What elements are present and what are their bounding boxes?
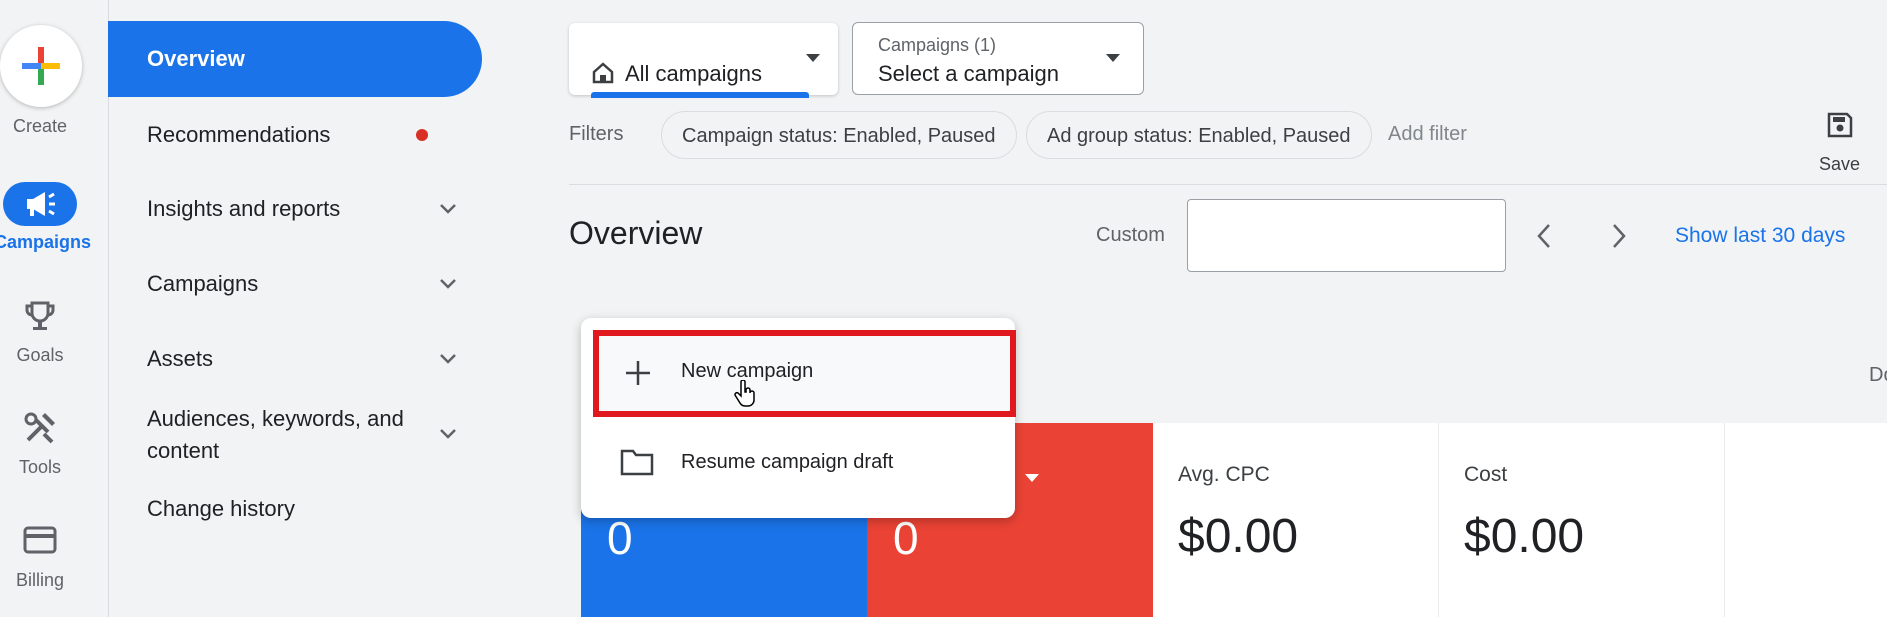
selected-underline bbox=[591, 92, 809, 98]
metric-value: $0.00 bbox=[1464, 510, 1585, 563]
campaigns-count-label: Campaigns (1) bbox=[878, 35, 997, 55]
resume-draft-label: Resume campaign draft bbox=[681, 451, 894, 473]
campaign-selector[interactable]: Campaigns (1) Select a campaign bbox=[852, 22, 1144, 95]
filter-chip-ad-group-status[interactable]: Ad group status: Enabled, Paused bbox=[1026, 111, 1372, 159]
billing-label: Billing bbox=[15, 570, 65, 590]
metric-label: Avg. CPC bbox=[1178, 463, 1270, 486]
save-icon[interactable] bbox=[1825, 110, 1855, 140]
chevron-down-icon bbox=[440, 279, 456, 289]
sidebar-item-label: Campaigns bbox=[147, 271, 259, 296]
resume-draft-menu-item[interactable]: Resume campaign draft bbox=[593, 432, 1016, 492]
sidebar-item-label: Assets bbox=[147, 346, 214, 371]
dropdown-arrow-icon bbox=[1106, 54, 1120, 62]
create-button[interactable] bbox=[0, 25, 82, 107]
metric-value: $0.00 bbox=[1178, 510, 1299, 563]
sidebar-item-label: Recommendations bbox=[147, 122, 331, 147]
chevron-left-icon[interactable] bbox=[1535, 222, 1553, 250]
sidebar-item-recommendations[interactable]: Recommendations bbox=[108, 122, 482, 172]
sidebar-item-label: Change history bbox=[147, 496, 295, 521]
chevron-right-icon[interactable] bbox=[1610, 222, 1628, 250]
new-campaign-menu-item[interactable]: New campaign bbox=[593, 330, 1016, 417]
show-last-30-days-link[interactable]: Show last 30 days bbox=[1675, 224, 1845, 248]
tools-icon[interactable] bbox=[22, 410, 58, 446]
filters-label: Filters bbox=[569, 123, 624, 145]
page-title: Overview bbox=[569, 215, 703, 251]
goals-label: Goals bbox=[16, 345, 64, 365]
select-campaign-label: Select a campaign bbox=[878, 61, 1059, 86]
sidebar-item-campaigns[interactable]: Campaigns bbox=[108, 271, 482, 321]
chevron-down-icon bbox=[440, 429, 456, 439]
sidebar-item-label: Overview bbox=[147, 46, 245, 71]
folder-icon bbox=[620, 449, 654, 476]
partial-text: Do bbox=[1869, 364, 1887, 386]
sidebar: Overview Recommendations Insights and re… bbox=[108, 0, 498, 617]
sidebar-item-label: Audiences, keywords, and content bbox=[147, 406, 404, 463]
sidebar-item-overview[interactable]: Overview bbox=[108, 21, 482, 97]
tools-label: Tools bbox=[18, 457, 62, 477]
billing-card-icon[interactable] bbox=[22, 525, 58, 555]
campaigns-nav-button[interactable] bbox=[3, 182, 77, 226]
divider bbox=[569, 184, 1887, 185]
dropdown-arrow-icon bbox=[806, 54, 820, 62]
hand-cursor-icon bbox=[734, 380, 755, 407]
metric-value: 0 bbox=[607, 512, 633, 564]
create-label: Create bbox=[12, 116, 68, 136]
sidebar-item-audiences[interactable]: Audiences, keywords, and content bbox=[108, 403, 482, 469]
home-icon bbox=[592, 62, 614, 84]
chevron-down-icon bbox=[440, 204, 456, 214]
plus-icon bbox=[626, 361, 650, 385]
date-range-input[interactable] bbox=[1187, 199, 1506, 272]
sidebar-item-label: Insights and reports bbox=[147, 196, 341, 221]
sidebar-item-change-history[interactable]: Change history bbox=[108, 496, 482, 536]
megaphone-icon bbox=[27, 192, 55, 216]
sidebar-item-assets[interactable]: Assets bbox=[108, 346, 482, 396]
campaigns-nav-label: Campaigns bbox=[0, 232, 92, 252]
metric-value: 0 bbox=[893, 512, 919, 564]
all-campaigns-selector[interactable]: All campaigns bbox=[569, 23, 838, 98]
metric-card-empty bbox=[1725, 423, 1887, 617]
trophy-icon[interactable] bbox=[22, 298, 58, 334]
sidebar-item-insights-and-reports[interactable]: Insights and reports bbox=[108, 196, 482, 246]
dropdown-arrow-icon[interactable] bbox=[1024, 473, 1040, 483]
add-filter-button[interactable]: Add filter bbox=[1388, 123, 1467, 146]
filter-chip-campaign-status[interactable]: Campaign status: Enabled, Paused bbox=[661, 111, 1017, 159]
metric-label: Cost bbox=[1464, 463, 1508, 486]
save-label[interactable]: Save bbox=[1819, 154, 1860, 175]
custom-label: Custom bbox=[1096, 224, 1165, 246]
nav-rail: Create Campaigns Goals Tools Billing bbox=[0, 0, 109, 617]
plus-icon bbox=[22, 47, 60, 85]
chevron-down-icon bbox=[440, 354, 456, 364]
notification-dot bbox=[416, 129, 428, 141]
all-campaigns-label: All campaigns bbox=[625, 61, 762, 86]
metric-card-avg-cpc[interactable]: Avg. CPC $0.00 bbox=[1153, 423, 1439, 617]
metric-card-cost[interactable]: Cost $0.00 bbox=[1439, 423, 1725, 617]
